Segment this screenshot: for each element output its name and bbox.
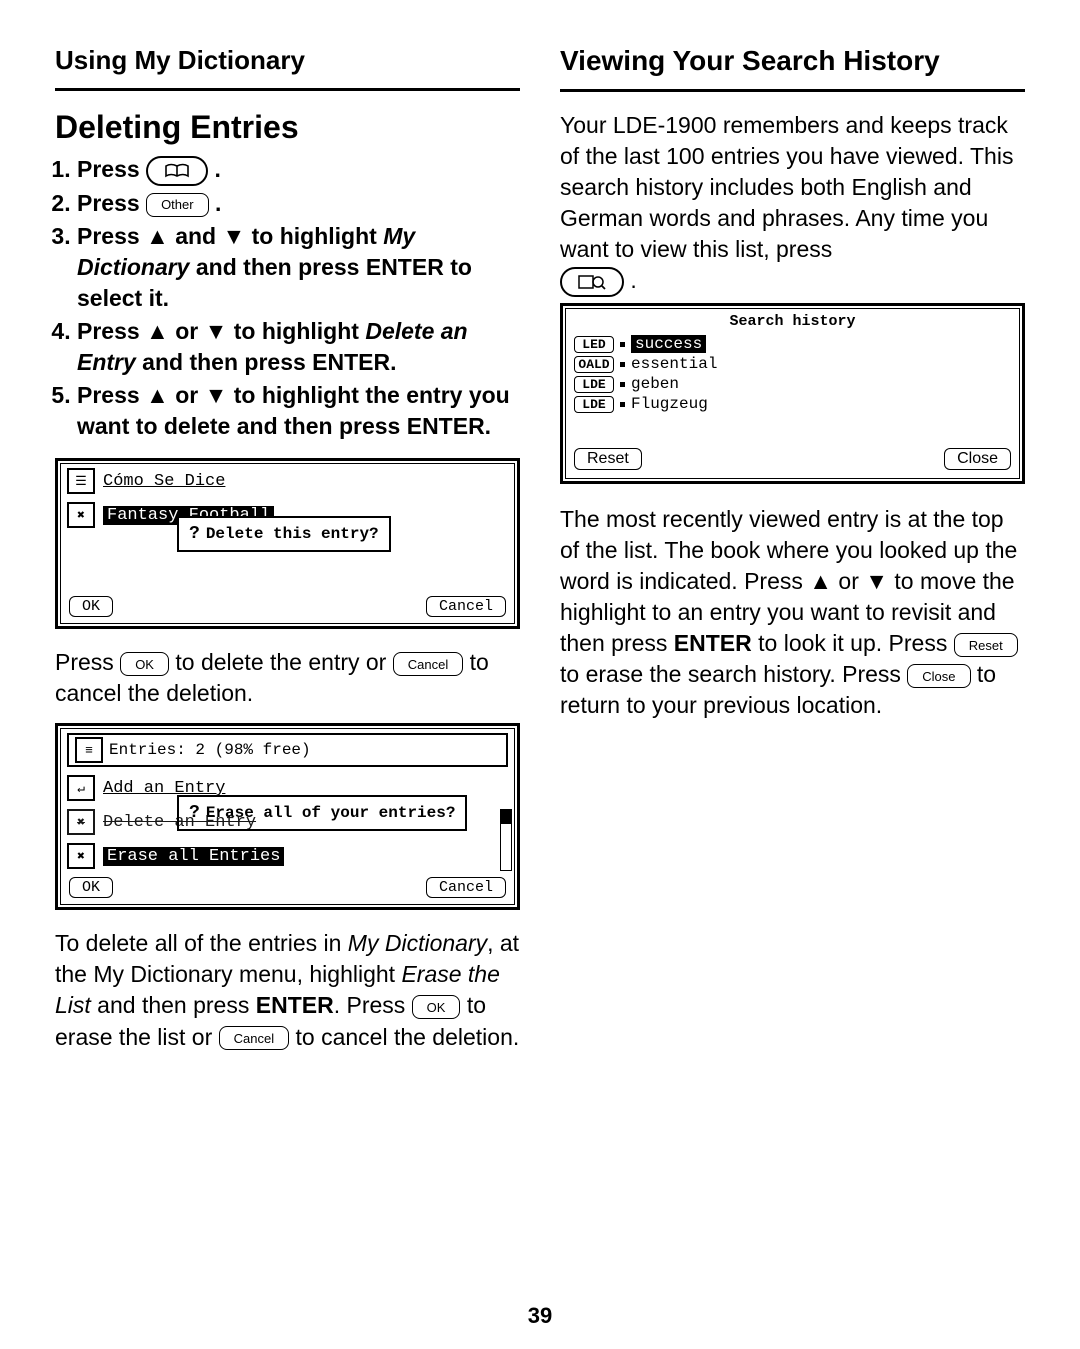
deleting-entries-title: Deleting Entries bbox=[55, 109, 520, 146]
screen1-row1: Cómo Se Dice bbox=[103, 472, 225, 491]
delete-entry-row: Delete an Entry bbox=[103, 813, 256, 832]
screen1-ok-button: OK bbox=[69, 596, 113, 617]
right-para1: Your LDE-1900 remembers and keeps track … bbox=[560, 110, 1025, 297]
screen2-ok-button: OK bbox=[69, 877, 113, 898]
erase-all-row: Erase all Entries bbox=[103, 847, 284, 866]
history-word: essential bbox=[631, 355, 717, 373]
bullet-icon bbox=[620, 362, 625, 367]
cancel-inline-button-2: Cancel bbox=[219, 1026, 289, 1050]
history-row: LDE Flugzeug bbox=[566, 394, 1019, 414]
book-tag: OALD bbox=[574, 356, 614, 373]
history-reset-button: Reset bbox=[574, 448, 642, 470]
book-tag: LED bbox=[574, 336, 614, 353]
x-icon: ✖ bbox=[67, 502, 95, 528]
reset-inline-button: Reset bbox=[954, 633, 1018, 657]
screen-delete-entry: ☰ Cómo Se Dice ✖ Fantasy Football ? Dele… bbox=[55, 458, 520, 629]
screen-erase-all: ≡ Entries: 2 (98% free) ↵ Add an Entry ?… bbox=[55, 723, 520, 910]
search-history-screen: Search history LED success OALD essentia… bbox=[560, 303, 1025, 484]
para-after-screen2: To delete all of the entries in My Dicti… bbox=[55, 928, 520, 1052]
erase-icon: ✖ bbox=[67, 843, 95, 869]
history-key-icon bbox=[560, 267, 624, 297]
scrollbar bbox=[500, 809, 512, 871]
entries-count: ≡ Entries: 2 (98% free) bbox=[67, 733, 508, 767]
bullet-icon bbox=[620, 402, 625, 407]
step-2: Press Other . bbox=[77, 188, 520, 219]
book-key-icon bbox=[146, 156, 208, 186]
history-row: OALD essential bbox=[566, 354, 1019, 374]
list-icon: ≡ bbox=[75, 737, 103, 763]
book-tag: LDE bbox=[574, 396, 614, 413]
right-section-header: Viewing Your Search History bbox=[560, 45, 1025, 92]
add-icon: ↵ bbox=[67, 775, 95, 801]
step-4: Press ▲ or ▼ to highlight Delete an Entr… bbox=[77, 316, 520, 378]
delete-entry-dialog: ? Delete this entry? bbox=[177, 516, 391, 552]
cancel-inline-button: Cancel bbox=[393, 652, 463, 676]
para-after-screen1: Press OK to delete the entry or Cancel t… bbox=[55, 647, 520, 709]
history-word: Flugzeug bbox=[631, 395, 708, 413]
steps-list: Press . Press Other . Press ▲ and ▼ to h… bbox=[55, 154, 520, 444]
step2-text: Press bbox=[77, 190, 146, 216]
delete-icon: ✖ bbox=[67, 809, 95, 835]
other-key-button: Other bbox=[146, 193, 209, 217]
ok-inline-button-2: OK bbox=[412, 995, 461, 1019]
close-inline-button: Close bbox=[907, 664, 970, 688]
history-word: geben bbox=[631, 375, 679, 393]
book-tag: LDE bbox=[574, 376, 614, 393]
step-1: Press . bbox=[77, 154, 520, 186]
history-close-button: Close bbox=[944, 448, 1011, 470]
bullet-icon bbox=[620, 382, 625, 387]
history-word: success bbox=[631, 335, 706, 353]
history-row: LDE geben bbox=[566, 374, 1019, 394]
bullet-icon bbox=[620, 342, 625, 347]
right-para2: The most recently viewed entry is at the… bbox=[560, 504, 1025, 721]
ok-inline-button: OK bbox=[120, 652, 169, 676]
history-title: Search history bbox=[566, 309, 1019, 334]
step-3: Press ▲ and ▼ to highlight My Dictionary… bbox=[77, 221, 520, 314]
history-row: LED success bbox=[566, 334, 1019, 354]
doc-icon: ☰ bbox=[67, 468, 95, 494]
screen2-cancel-button: Cancel bbox=[426, 877, 506, 898]
step-5: Press ▲ or ▼ to highlight the entry you … bbox=[77, 380, 520, 442]
step1-text: Press bbox=[77, 156, 146, 182]
page-number: 39 bbox=[55, 1303, 1025, 1329]
left-section-header: Using My Dictionary bbox=[55, 45, 520, 91]
screen1-cancel-button: Cancel bbox=[426, 596, 506, 617]
